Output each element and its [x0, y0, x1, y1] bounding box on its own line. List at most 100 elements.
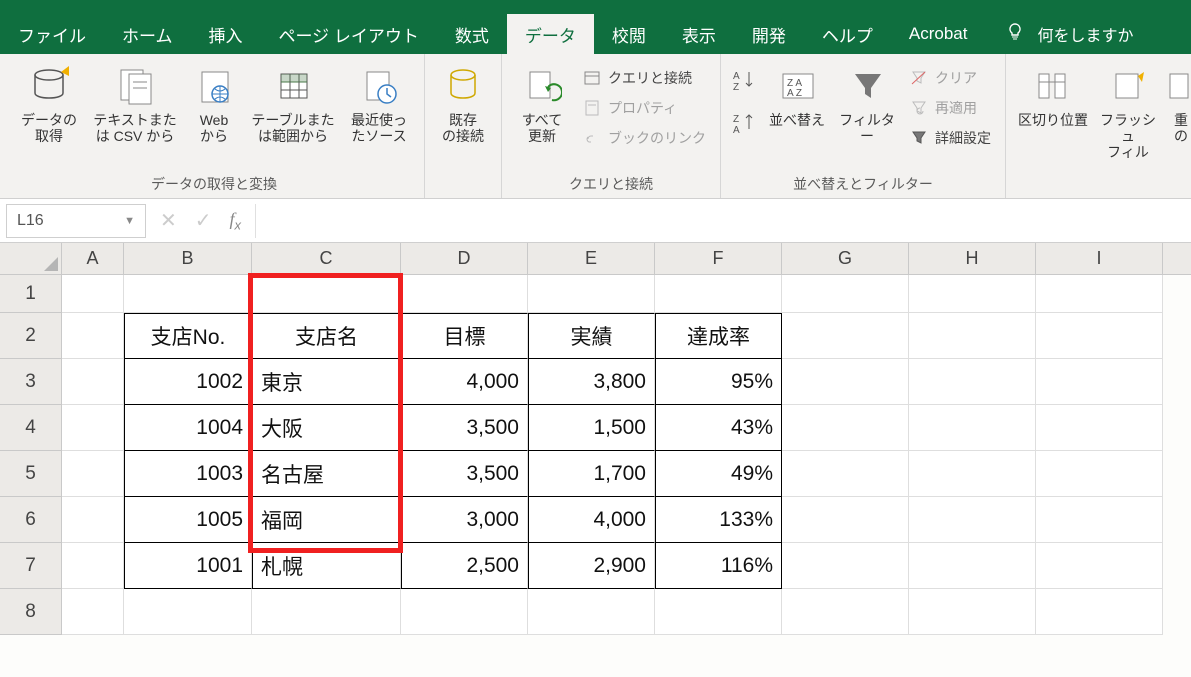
col-header-A[interactable]: A — [62, 243, 124, 274]
col-header-G[interactable]: G — [782, 243, 909, 274]
cell-A8[interactable] — [62, 589, 124, 635]
recent-sources-button[interactable]: 最近使っ たソース — [344, 60, 414, 144]
col-header-F[interactable]: F — [655, 243, 782, 274]
queries-connections-button[interactable]: クエリと接続 — [578, 66, 710, 90]
row-header-8[interactable]: 8 — [0, 589, 62, 635]
filter-button[interactable]: フィルター — [835, 60, 899, 144]
cell-B6[interactable]: 1005 — [124, 497, 252, 543]
cell-A7[interactable] — [62, 543, 124, 589]
cell-C6[interactable]: 福岡 — [252, 497, 401, 543]
sort-button[interactable]: Z AA Z 並べ替え — [765, 60, 829, 128]
tab-view[interactable]: 表示 — [664, 14, 734, 54]
workbook-links-button[interactable]: ブックのリンク — [578, 126, 710, 150]
cell-D7[interactable]: 2,500 — [401, 543, 528, 589]
cell-A3[interactable] — [62, 359, 124, 405]
tell-me[interactable]: 何をしますか — [1005, 14, 1133, 54]
tab-page-layout[interactable]: ページ レイアウト — [261, 14, 437, 54]
tab-developer[interactable]: 開発 — [734, 14, 804, 54]
cell-E7[interactable]: 2,900 — [528, 543, 655, 589]
cell-C8[interactable] — [252, 589, 401, 635]
remove-duplicates-button[interactable]: 重 の — [1166, 60, 1191, 144]
col-header-D[interactable]: D — [401, 243, 528, 274]
cell-H7[interactable] — [909, 543, 1036, 589]
cell-H8[interactable] — [909, 589, 1036, 635]
tab-acrobat[interactable]: Acrobat — [891, 14, 986, 54]
cell-D3[interactable]: 4,000 — [401, 359, 528, 405]
col-header-B[interactable]: B — [124, 243, 252, 274]
tab-formulas[interactable]: 数式 — [437, 14, 507, 54]
cell-H5[interactable] — [909, 451, 1036, 497]
flash-fill-button[interactable]: フラッシュ フィル — [1096, 60, 1160, 160]
cell-G7[interactable] — [782, 543, 909, 589]
cell-A4[interactable] — [62, 405, 124, 451]
sort-za-icon[interactable]: ZA — [731, 111, 759, 140]
name-box[interactable]: L16 ▼ — [6, 204, 146, 238]
tab-review[interactable]: 校閲 — [594, 14, 664, 54]
properties-button[interactable]: プロパティ — [578, 96, 710, 120]
cell-B3[interactable]: 1002 — [124, 359, 252, 405]
cell-F4[interactable]: 43% — [655, 405, 782, 451]
cell-D4[interactable]: 3,500 — [401, 405, 528, 451]
row-header-3[interactable]: 3 — [0, 359, 62, 405]
cell-G8[interactable] — [782, 589, 909, 635]
cell-A1[interactable] — [62, 275, 124, 313]
clear-filter-button[interactable]: クリア — [905, 66, 995, 90]
cell-E6[interactable]: 4,000 — [528, 497, 655, 543]
cell-I2[interactable] — [1036, 313, 1163, 359]
cell-I8[interactable] — [1036, 589, 1163, 635]
cell-D5[interactable]: 3,500 — [401, 451, 528, 497]
cell-I5[interactable] — [1036, 451, 1163, 497]
row-header-1[interactable]: 1 — [0, 275, 62, 313]
cell-D1[interactable] — [401, 275, 528, 313]
cell-F8[interactable] — [655, 589, 782, 635]
cell-F7[interactable]: 116% — [655, 543, 782, 589]
cell-H1[interactable] — [909, 275, 1036, 313]
tab-file[interactable]: ファイル — [0, 14, 104, 54]
cell-C1[interactable] — [252, 275, 401, 313]
cell-E2[interactable]: 実績 — [528, 313, 655, 359]
row-header-5[interactable]: 5 — [0, 451, 62, 497]
cell-I6[interactable] — [1036, 497, 1163, 543]
col-header-E[interactable]: E — [528, 243, 655, 274]
cell-G2[interactable] — [782, 313, 909, 359]
cell-B4[interactable]: 1004 — [124, 405, 252, 451]
row-header-7[interactable]: 7 — [0, 543, 62, 589]
cell-F2[interactable]: 達成率 — [655, 313, 782, 359]
tab-home[interactable]: ホーム — [104, 14, 191, 54]
text-to-columns-button[interactable]: 区切り位置 — [1016, 60, 1090, 128]
cell-F3[interactable]: 95% — [655, 359, 782, 405]
existing-connections-button[interactable]: 既存 の接続 — [435, 60, 491, 144]
cell-A6[interactable] — [62, 497, 124, 543]
sort-az-icon[interactable]: AZ — [731, 68, 759, 97]
advanced-filter-button[interactable]: 詳細設定 — [905, 126, 995, 150]
row-header-2[interactable]: 2 — [0, 313, 62, 359]
select-all-button[interactable] — [0, 243, 62, 274]
cell-G6[interactable] — [782, 497, 909, 543]
formula-input[interactable] — [256, 204, 1191, 238]
cell-F6[interactable]: 133% — [655, 497, 782, 543]
cell-B2[interactable]: 支店No. — [124, 313, 252, 359]
cell-H3[interactable] — [909, 359, 1036, 405]
name-box-dropdown-icon[interactable]: ▼ — [124, 215, 135, 227]
cell-I1[interactable] — [1036, 275, 1163, 313]
enter-icon[interactable]: ✓ — [195, 208, 212, 233]
from-table-range-button[interactable]: テーブルまた は範囲から — [248, 60, 338, 144]
tab-help[interactable]: ヘルプ — [804, 14, 891, 54]
cell-G4[interactable] — [782, 405, 909, 451]
cell-D2[interactable]: 目標 — [401, 313, 528, 359]
cell-E4[interactable]: 1,500 — [528, 405, 655, 451]
col-header-H[interactable]: H — [909, 243, 1036, 274]
cell-H6[interactable] — [909, 497, 1036, 543]
from-text-csv-button[interactable]: テキストまた は CSV から — [90, 60, 180, 144]
cell-D6[interactable]: 3,000 — [401, 497, 528, 543]
cell-G1[interactable] — [782, 275, 909, 313]
cell-E3[interactable]: 3,800 — [528, 359, 655, 405]
cell-E5[interactable]: 1,700 — [528, 451, 655, 497]
row-header-6[interactable]: 6 — [0, 497, 62, 543]
col-header-I[interactable]: I — [1036, 243, 1163, 274]
reapply-filter-button[interactable]: 再適用 — [905, 96, 995, 120]
cell-C5[interactable]: 名古屋 — [252, 451, 401, 497]
cell-I4[interactable] — [1036, 405, 1163, 451]
cell-C2[interactable]: 支店名 — [252, 313, 401, 359]
cell-H4[interactable] — [909, 405, 1036, 451]
